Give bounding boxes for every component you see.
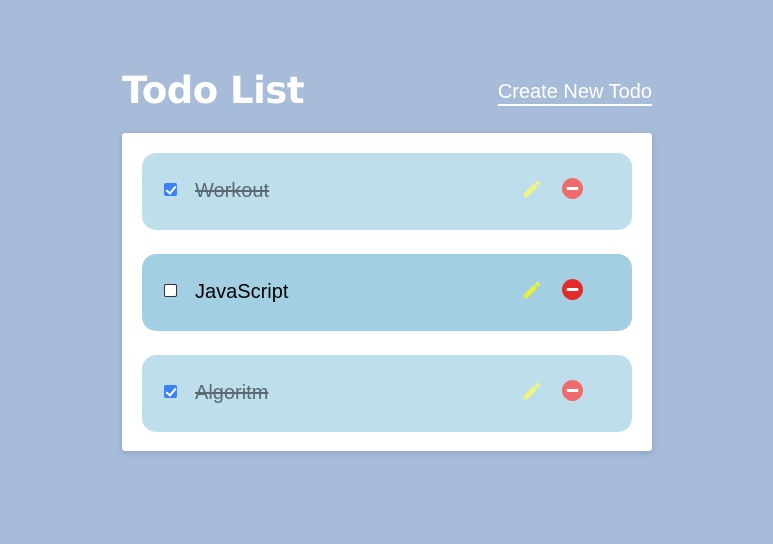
todo-app: Todo List Create New Todo Workout JavaSc… xyxy=(122,68,652,451)
todo-text: Algoritm xyxy=(195,382,269,404)
delete-button[interactable] xyxy=(562,380,583,401)
edit-button[interactable] xyxy=(521,380,543,402)
todo-card: Workout JavaScript Algoritm xyxy=(122,133,652,451)
pencil-icon xyxy=(523,382,541,400)
delete-button[interactable] xyxy=(562,279,583,300)
todo-text: Workout xyxy=(195,180,270,202)
todo-checkbox[interactable] xyxy=(164,183,177,196)
minus-circle-icon xyxy=(562,279,583,300)
todo-item: JavaScript xyxy=(142,254,632,331)
edit-button[interactable] xyxy=(521,178,543,200)
pencil-icon xyxy=(523,281,541,299)
create-new-todo-link[interactable]: Create New Todo xyxy=(497,80,652,106)
delete-button[interactable] xyxy=(562,178,583,199)
todo-text: JavaScript xyxy=(195,281,289,303)
header: Todo List Create New Todo xyxy=(122,68,652,113)
minus-circle-icon xyxy=(562,178,583,199)
page-title: Todo List xyxy=(122,69,305,112)
todo-checkbox[interactable] xyxy=(164,284,177,297)
edit-button[interactable] xyxy=(521,279,543,301)
pencil-icon xyxy=(523,180,541,198)
todo-item: Algoritm xyxy=(142,355,632,432)
todo-item: Workout xyxy=(142,153,632,230)
todo-checkbox[interactable] xyxy=(164,385,177,398)
minus-circle-icon xyxy=(562,380,583,401)
